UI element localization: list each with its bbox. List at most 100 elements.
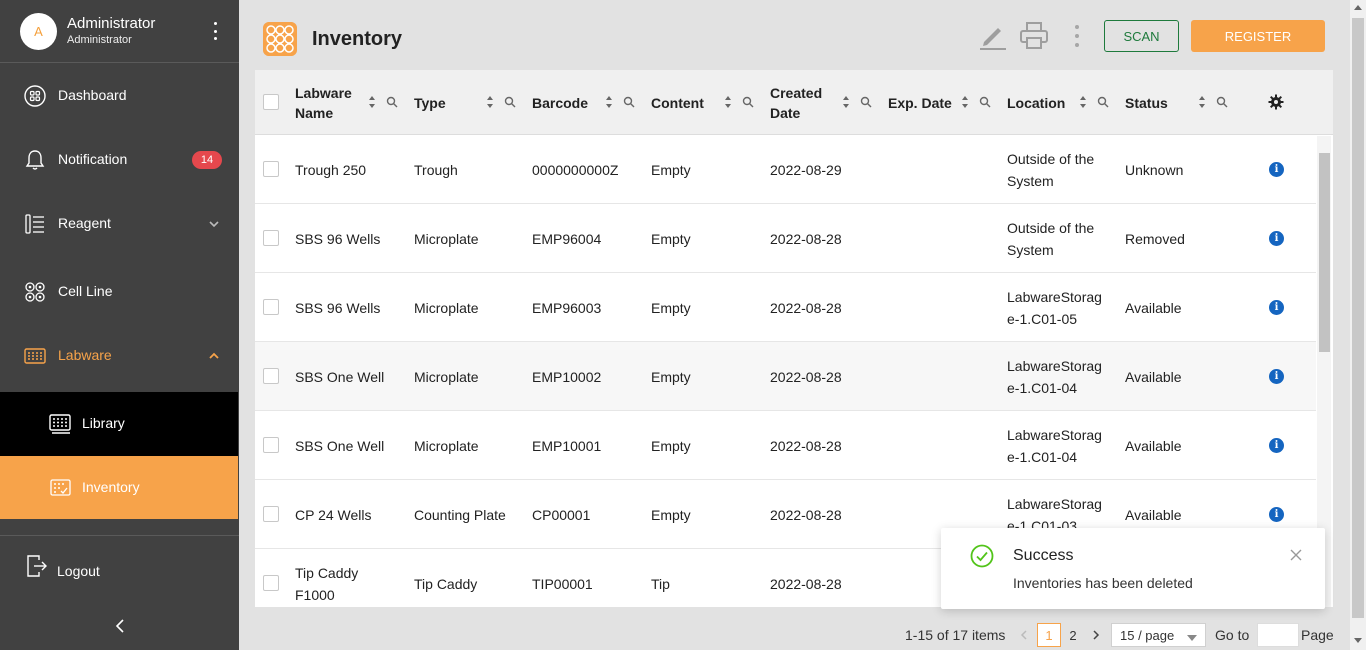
collapse-sidebar-icon[interactable] [108, 614, 132, 638]
logout-icon [27, 555, 47, 577]
cell-barcode: EMP10001 [532, 437, 602, 454]
chevron-down-icon [209, 221, 219, 228]
table-row[interactable]: SBS One Well Microplate EMP10001 Empty 2… [255, 411, 1316, 480]
avatar[interactable]: A [20, 13, 57, 50]
goto-page-input[interactable] [1257, 623, 1299, 647]
window-scrollbar[interactable] [1350, 0, 1366, 650]
inventory-logo-icon [263, 22, 297, 56]
sidebar-item-dashboard[interactable]: Dashboard [0, 64, 239, 128]
sort-icon[interactable] [486, 94, 494, 110]
row-checkbox[interactable] [263, 575, 279, 591]
gear-icon[interactable] [1268, 94, 1284, 110]
chevron-right-icon[interactable] [1090, 629, 1102, 641]
sidebar-item-cell-line[interactable]: Cell Line [0, 260, 239, 324]
column-labware-name[interactable]: Labware Name [295, 70, 405, 135]
table-scroll-thumb[interactable] [1319, 153, 1330, 352]
page-title: Inventory [312, 28, 403, 50]
register-button[interactable]: REGISTER [1191, 20, 1325, 52]
column-type[interactable]: Type [414, 70, 524, 135]
sidebar-item-reagent[interactable]: Reagent [0, 192, 239, 256]
column-exp-date[interactable]: Exp. Date [888, 70, 998, 135]
cell-type: Counting Plate [414, 506, 506, 523]
info-icon[interactable]: i [1269, 300, 1284, 315]
column-label: Exp. Date [888, 94, 952, 111]
sort-icon[interactable] [724, 94, 732, 110]
sidebar-item-library[interactable]: Library [0, 392, 238, 456]
table-row[interactable]: SBS One Well Microplate EMP10002 Empty 2… [255, 342, 1316, 411]
column-label: Location [1007, 94, 1066, 111]
pencil-icon[interactable] [976, 20, 1008, 52]
sort-icon[interactable] [605, 94, 613, 110]
cell-location: Outside of the System [1007, 150, 1095, 189]
goto-label: Go to [1215, 627, 1250, 643]
column-label: Status [1125, 94, 1168, 111]
more-vertical-icon[interactable] [205, 20, 225, 42]
sidebar-item-notification[interactable]: Notification 14 [0, 128, 239, 192]
row-checkbox[interactable] [263, 161, 279, 177]
select-all-checkbox[interactable] [263, 94, 279, 110]
row-checkbox[interactable] [263, 299, 279, 315]
page-button-current[interactable]: 1 [1037, 623, 1061, 647]
info-icon[interactable]: i [1269, 231, 1284, 246]
scroll-up-arrow[interactable] [1354, 5, 1362, 10]
column-created-date[interactable]: Created Date [770, 70, 880, 135]
scroll-down-arrow[interactable] [1354, 638, 1362, 643]
sidebar-item-label: Notification [58, 151, 128, 167]
sidebar-item-labware[interactable]: Labware [0, 324, 239, 388]
info-icon[interactable]: i [1269, 507, 1284, 522]
sidebar-item-label: Logout [57, 563, 100, 579]
row-checkbox[interactable] [263, 230, 279, 246]
scan-button[interactable]: SCAN [1104, 20, 1179, 52]
page-button[interactable]: 2 [1062, 623, 1084, 647]
sort-icon[interactable] [961, 94, 969, 110]
cell-type: Microplate [414, 437, 479, 454]
row-checkbox[interactable] [263, 506, 279, 522]
table-row[interactable]: Trough 250 Trough 0000000000Z Empty 2022… [255, 135, 1316, 204]
cell-created: 2022-08-28 [770, 299, 842, 316]
inventory-icon [50, 479, 71, 496]
search-icon[interactable] [504, 96, 516, 108]
row-checkbox[interactable] [263, 368, 279, 384]
dashboard-icon [24, 85, 46, 107]
row-checkbox[interactable] [263, 437, 279, 453]
search-icon[interactable] [1097, 96, 1109, 108]
cell-location: Outside of the System [1007, 219, 1095, 258]
search-icon[interactable] [1216, 96, 1228, 108]
cell-content: Empty [651, 299, 691, 316]
table-row[interactable]: SBS 96 Wells Microplate EMP96004 Empty 2… [255, 204, 1316, 273]
close-icon[interactable] [1289, 548, 1303, 562]
sidebar-item-label: Labware [58, 347, 112, 363]
column-barcode[interactable]: Barcode [532, 70, 642, 135]
info-icon[interactable]: i [1269, 438, 1284, 453]
column-content[interactable]: Content [651, 70, 761, 135]
cell-name: SBS One Well [295, 437, 385, 454]
toast-message: Inventories has been deleted [1013, 575, 1193, 591]
cell-created: 2022-08-29 [770, 161, 842, 178]
column-status[interactable]: Status [1125, 70, 1235, 135]
search-icon[interactable] [623, 96, 635, 108]
printer-icon[interactable] [1018, 20, 1050, 52]
search-icon[interactable] [860, 96, 872, 108]
search-icon[interactable] [742, 96, 754, 108]
cell-exp [888, 204, 998, 273]
window-scroll-thumb[interactable] [1352, 18, 1364, 618]
table-row[interactable]: SBS 96 Wells Microplate EMP96003 Empty 2… [255, 273, 1316, 342]
cell-content: Tip [651, 575, 670, 592]
chevron-left-icon[interactable] [1018, 629, 1030, 641]
more-vertical-icon[interactable] [1061, 20, 1093, 52]
search-icon[interactable] [979, 96, 991, 108]
sort-icon[interactable] [1198, 94, 1206, 110]
column-location[interactable]: Location [1007, 70, 1117, 135]
sort-icon[interactable] [842, 94, 850, 110]
info-icon[interactable]: i [1269, 369, 1284, 384]
info-icon[interactable]: i [1269, 162, 1284, 177]
sort-icon[interactable] [1079, 94, 1087, 110]
cell-exp [888, 342, 998, 411]
sort-icon[interactable] [368, 94, 376, 110]
page-size-select[interactable]: 15 / page [1111, 623, 1206, 647]
cell-location: LabwareStorage-1.C01-04 [1007, 357, 1102, 396]
table-header: Labware Name Type Barcode Content Created… [255, 70, 1333, 135]
search-icon[interactable] [386, 96, 398, 108]
logout-button[interactable]: Logout [0, 548, 239, 594]
sidebar-item-inventory[interactable]: Inventory [0, 456, 238, 519]
